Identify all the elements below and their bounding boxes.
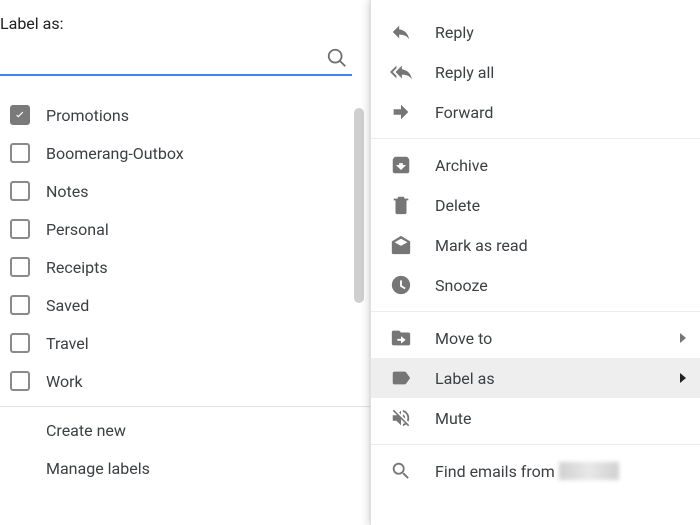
menu-mark-as-read[interactable]: Mark as read <box>371 225 700 265</box>
menu-group-reply: Reply Reply all Forward <box>371 6 700 139</box>
label-search-row <box>0 45 370 76</box>
label-text: Notes <box>46 182 89 201</box>
menu-label: Reply <box>435 23 474 42</box>
clock-icon <box>389 273 413 297</box>
mute-icon <box>389 406 413 430</box>
menu-label: Archive <box>435 156 488 175</box>
label-as-title: Label as: <box>0 14 370 45</box>
scrollbar[interactable] <box>354 108 364 303</box>
menu-label: Reply all <box>435 63 494 82</box>
label-search-input[interactable] <box>0 45 352 76</box>
manage-labels[interactable]: Manage labels <box>0 449 370 487</box>
reply-icon <box>389 20 413 44</box>
menu-reply[interactable]: Reply <box>371 12 700 52</box>
checkbox-icon[interactable] <box>10 295 30 315</box>
checkbox-icon[interactable] <box>10 333 30 353</box>
menu-label: Snooze <box>435 276 488 295</box>
search-icon[interactable] <box>326 47 348 69</box>
checkbox-icon[interactable] <box>10 181 30 201</box>
label-text: Receipts <box>46 258 108 277</box>
menu-group-find: Find emails from <box>371 445 700 497</box>
menu-find-emails-from[interactable]: Find emails from <box>371 451 700 491</box>
menu-label: Move to <box>435 329 492 348</box>
label-item-boomerang[interactable]: Boomerang-Outbox <box>0 134 370 172</box>
label-as-panel: Label as: Promotions Boomerang-Outbox No… <box>0 0 370 525</box>
menu-group-manage: Archive Delete Mark as read Snooze <box>371 139 700 312</box>
label-text: Saved <box>46 296 89 315</box>
menu-label-as[interactable]: Label as <box>371 358 700 398</box>
chevron-right-icon <box>680 373 686 383</box>
checkbox-checked-icon[interactable] <box>10 105 30 125</box>
label-item-travel[interactable]: Travel <box>0 324 370 362</box>
context-menu: Reply Reply all Forward Archive Delet <box>370 0 700 525</box>
search-icon <box>389 459 413 483</box>
checkbox-icon[interactable] <box>10 143 30 163</box>
menu-snooze[interactable]: Snooze <box>371 265 700 305</box>
menu-label: Forward <box>435 103 493 122</box>
action-label: Manage labels <box>46 459 150 478</box>
archive-icon <box>389 153 413 177</box>
divider <box>0 406 370 407</box>
label-icon <box>389 366 413 390</box>
label-text: Boomerang-Outbox <box>46 144 184 163</box>
label-text: Work <box>46 372 83 391</box>
menu-label: Find emails from <box>435 462 555 481</box>
action-label: Create new <box>46 421 126 440</box>
menu-delete[interactable]: Delete <box>371 185 700 225</box>
label-text: Promotions <box>46 106 129 125</box>
menu-group-organize: Move to Label as Mute <box>371 312 700 445</box>
redacted-sender <box>559 462 619 480</box>
trash-icon <box>389 193 413 217</box>
label-list: Promotions Boomerang-Outbox Notes Person… <box>0 96 370 487</box>
label-item-saved[interactable]: Saved <box>0 286 370 324</box>
menu-archive[interactable]: Archive <box>371 145 700 185</box>
menu-move-to[interactable]: Move to <box>371 318 700 358</box>
menu-mute[interactable]: Mute <box>371 398 700 438</box>
menu-label: Mark as read <box>435 236 528 255</box>
label-item-receipts[interactable]: Receipts <box>0 248 370 286</box>
label-text: Travel <box>46 334 89 353</box>
reply-all-icon <box>389 60 413 84</box>
menu-label: Delete <box>435 196 480 215</box>
folder-move-icon <box>389 326 413 350</box>
label-item-work[interactable]: Work <box>0 362 370 400</box>
mail-open-icon <box>389 233 413 257</box>
create-new-label[interactable]: Create new <box>0 411 370 449</box>
menu-label: Mute <box>435 409 472 428</box>
checkbox-icon[interactable] <box>10 219 30 239</box>
label-item-promotions[interactable]: Promotions <box>0 96 370 134</box>
menu-label: Label as <box>435 369 495 388</box>
label-item-personal[interactable]: Personal <box>0 210 370 248</box>
menu-forward[interactable]: Forward <box>371 92 700 132</box>
forward-icon <box>389 100 413 124</box>
label-item-notes[interactable]: Notes <box>0 172 370 210</box>
label-text: Personal <box>46 220 109 239</box>
checkbox-icon[interactable] <box>10 257 30 277</box>
checkbox-icon[interactable] <box>10 371 30 391</box>
menu-reply-all[interactable]: Reply all <box>371 52 700 92</box>
chevron-right-icon <box>680 333 686 343</box>
